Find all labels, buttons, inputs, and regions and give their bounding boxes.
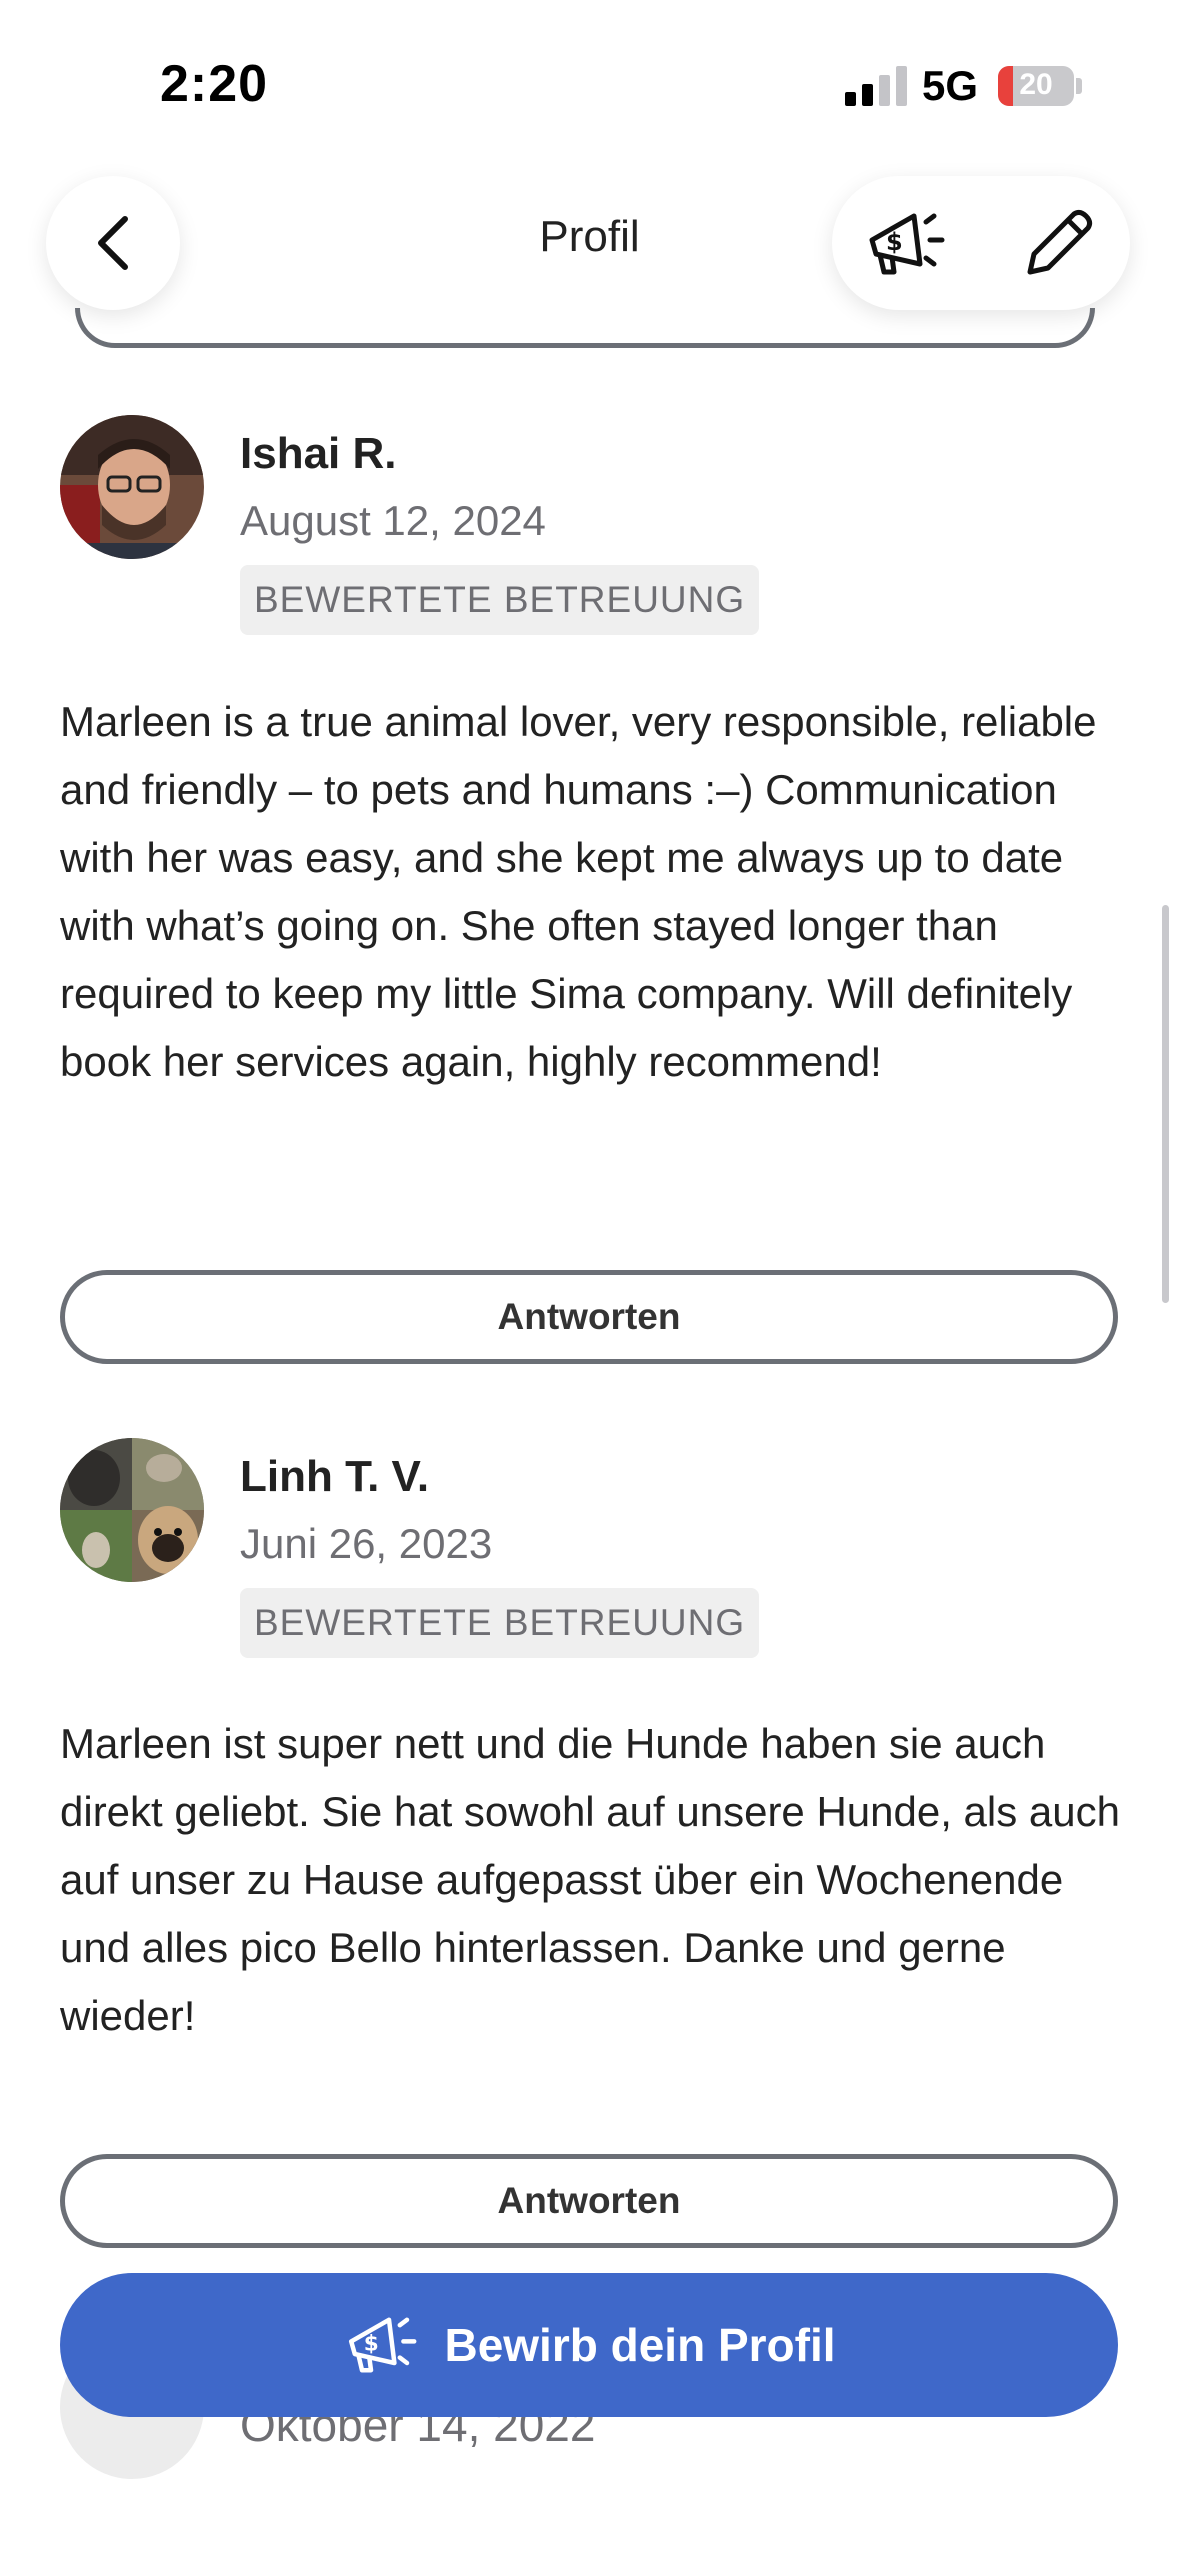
review-card: Ishai R. August 12, 2024 BEWERTETE BETRE…	[60, 415, 1120, 1365]
nav-actions: $	[832, 176, 1130, 310]
status-time: 2:20	[160, 55, 269, 113]
avatar-image	[60, 415, 204, 559]
avatar-image	[60, 1438, 204, 1582]
review-text: Marleen is a true animal lover, very res…	[60, 698, 1097, 1085]
megaphone-dollar-icon: $	[349, 2317, 417, 2373]
avatar[interactable]	[60, 1438, 204, 1582]
review-card: Linh T. V. Juni 26, 2023 BEWERTETE BETRE…	[60, 1438, 1120, 2258]
reviewer-name: Linh T. V.	[240, 1452, 430, 1501]
reviewer-name: Ishai R.	[240, 429, 397, 478]
battery-icon: 20	[998, 66, 1074, 106]
review-text: Marleen ist super nett und die Hunde hab…	[60, 1720, 1120, 2039]
svg-text:$: $	[886, 228, 903, 256]
avatar[interactable]	[60, 415, 204, 559]
signal-icon	[845, 66, 907, 106]
reply-button[interactable]: Antworten	[60, 1270, 1118, 1364]
review-badge: BEWERTETE BETREUUNG	[240, 1588, 760, 1658]
review-date: Juni 26, 2023	[240, 1520, 493, 1567]
battery-percent: 20	[1019, 68, 1053, 101]
review-badge: BEWERTETE BETREUUNG	[240, 565, 760, 635]
svg-text:$: $	[364, 2331, 379, 2356]
status-bar: 2:20 5G 20	[0, 0, 1179, 170]
battery-tip	[1076, 78, 1082, 94]
promote-profile-button[interactable]: $ Bewirb dein Profil	[60, 2273, 1118, 2417]
megaphone-dollar-icon: $	[869, 213, 945, 275]
promote-icon-button[interactable]: $	[856, 196, 952, 292]
network-label: 5G	[922, 62, 979, 109]
promote-profile-label: Bewirb dein Profil	[444, 2319, 836, 2371]
pencil-icon	[1027, 209, 1093, 275]
reply-button[interactable]: Antworten	[60, 2154, 1118, 2248]
review-date: August 12, 2024	[240, 497, 546, 544]
scrollbar[interactable]	[1162, 905, 1169, 1303]
edit-button[interactable]	[1010, 196, 1106, 292]
previous-card-edge	[75, 308, 1095, 348]
